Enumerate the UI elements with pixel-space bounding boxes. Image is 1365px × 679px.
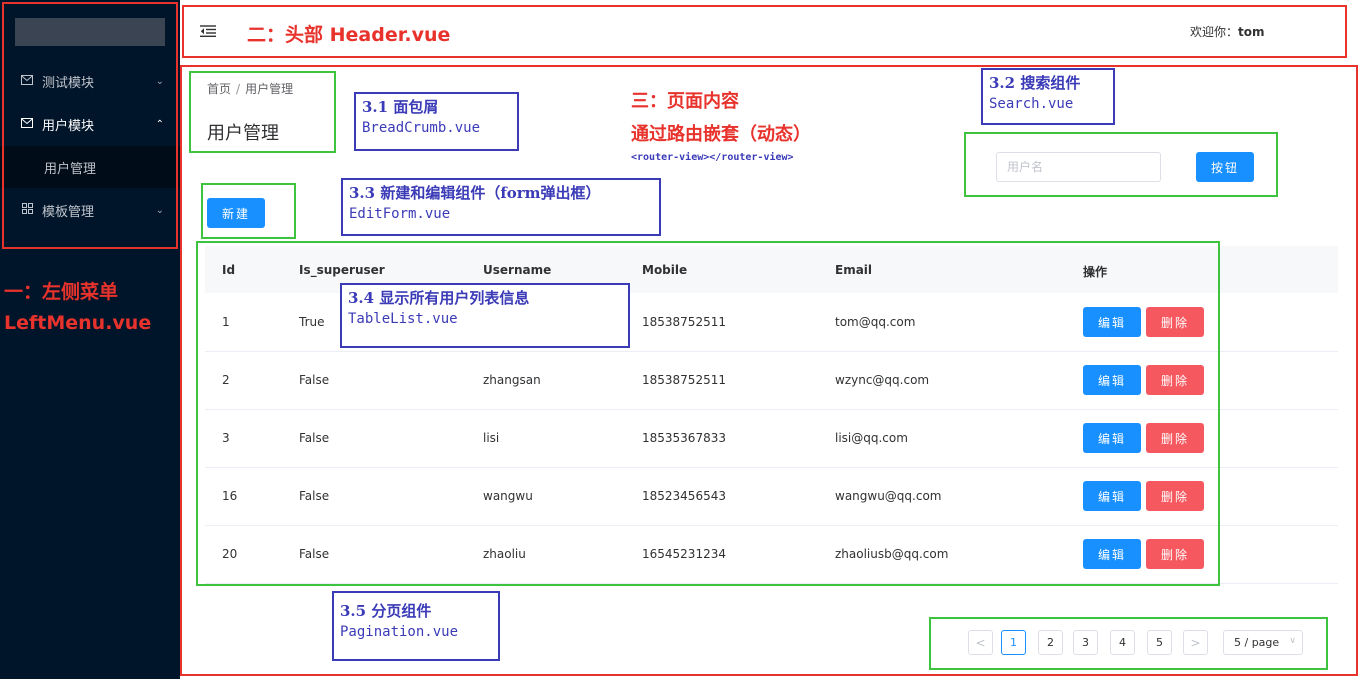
pagination-annotation-title: 3.5 分页组件 — [340, 602, 432, 620]
breadcrumb-annotation-file: BreadCrumb.vue — [362, 120, 481, 136]
edit-form-annotation-file: EditForm.vue — [349, 206, 451, 222]
table-list-annotation: 3.4 显示所有用户列表信息 TableList.vue — [340, 283, 630, 348]
content-annotation-subtitle: 通过路由嵌套（动态） — [631, 124, 811, 145]
breadcrumb-component-box — [189, 71, 336, 153]
search-annotation-title: 3.2 搜索组件 — [989, 74, 1081, 92]
left-menu-region-box — [2, 2, 178, 249]
content-annotation: 三：页面内容 通过路由嵌套（动态） — [631, 85, 811, 151]
search-annotation: 3.2 搜索组件 Search.vue — [981, 68, 1115, 125]
pagination-component-box — [929, 617, 1328, 670]
left-menu-annotation-title: 一：左侧菜单 — [4, 281, 119, 303]
pagination-annotation-file: Pagination.vue — [340, 624, 459, 640]
breadcrumb-annotation: 3.1 面包屑 BreadCrumb.vue — [354, 92, 519, 151]
content-annotation-title: 三：页面内容 — [631, 91, 739, 112]
header-annotation: 二：头部 Header.vue — [247, 24, 451, 46]
edit-form-component-box — [201, 183, 296, 239]
left-menu-annotation-file: LeftMenu.vue — [4, 312, 152, 334]
router-view-annotation: <router-view></router-view> — [631, 152, 794, 163]
table-list-annotation-file: TableList.vue — [348, 311, 458, 327]
search-annotation-file: Search.vue — [989, 96, 1074, 112]
edit-form-annotation-title: 3.3 新建和编辑组件（form弹出框） — [349, 184, 601, 202]
left-menu-annotation: 一：左侧菜单 LeftMenu.vue — [4, 277, 151, 339]
table-list-annotation-title: 3.4 显示所有用户列表信息 — [348, 289, 530, 307]
breadcrumb-annotation-title: 3.1 面包屑 — [362, 98, 439, 116]
pagination-annotation: 3.5 分页组件 Pagination.vue — [332, 591, 500, 661]
edit-form-annotation: 3.3 新建和编辑组件（form弹出框） EditForm.vue — [341, 178, 661, 236]
search-component-box — [964, 132, 1278, 197]
